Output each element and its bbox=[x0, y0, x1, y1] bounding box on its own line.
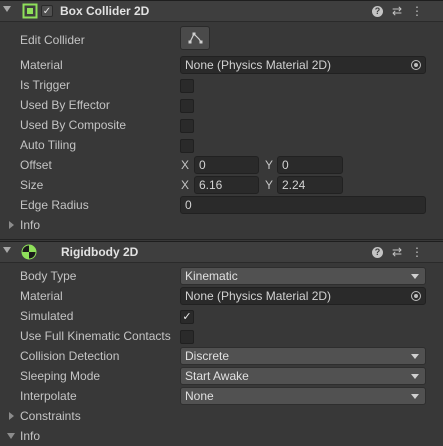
constraints-foldout[interactable]: Constraints bbox=[0, 406, 443, 426]
help-icon[interactable]: ? bbox=[372, 247, 383, 258]
foldout-collapsed-icon[interactable] bbox=[9, 412, 14, 420]
constraints-label[interactable]: Constraints bbox=[20, 409, 81, 423]
offset-y-field[interactable]: 0 bbox=[277, 156, 343, 174]
simulated-label: Simulated bbox=[20, 309, 74, 323]
chevron-down-icon bbox=[411, 274, 419, 279]
offset-y-label: Y bbox=[265, 158, 274, 172]
material-row: Material None (Physics Material 2D) bbox=[0, 55, 443, 75]
interpolate-label: Interpolate bbox=[20, 389, 77, 403]
material-label: Material bbox=[20, 58, 63, 72]
foldout-expanded-icon[interactable] bbox=[3, 247, 11, 253]
auto-tiling-label: Auto Tiling bbox=[20, 138, 77, 152]
auto-tiling-checkbox[interactable] bbox=[180, 139, 194, 153]
collision-detection-label: Collision Detection bbox=[20, 349, 120, 363]
chevron-down-icon bbox=[411, 394, 419, 399]
is-trigger-label: Is Trigger bbox=[20, 78, 71, 92]
offset-x-label: X bbox=[181, 158, 190, 172]
simulated-row: Simulated ✓ bbox=[0, 306, 443, 326]
foldout-collapsed-icon[interactable] bbox=[9, 221, 14, 229]
component-title: Rigidbody 2D bbox=[61, 245, 139, 259]
context-menu-icon[interactable]: ⋮ bbox=[410, 4, 424, 18]
foldout-expanded-icon[interactable] bbox=[7, 433, 15, 439]
size-y-label: Y bbox=[265, 178, 274, 192]
interpolate-value: None bbox=[185, 389, 214, 403]
used-by-composite-row: Used By Composite bbox=[0, 115, 443, 135]
info-label[interactable]: Info bbox=[20, 429, 40, 443]
box-collider-header[interactable]: ✓ Box Collider 2D ? ⇄ ⋮ bbox=[0, 0, 443, 22]
material-field[interactable]: None (Physics Material 2D) bbox=[180, 287, 426, 305]
collision-detection-value: Discrete bbox=[185, 349, 230, 363]
used-by-effector-row: Used By Effector bbox=[0, 95, 443, 115]
interpolate-row: Interpolate None bbox=[0, 386, 443, 406]
sleeping-mode-row: Sleeping Mode Start Awake bbox=[0, 366, 443, 386]
auto-tiling-row: Auto Tiling bbox=[0, 135, 443, 155]
material-field[interactable]: None (Physics Material 2D) bbox=[180, 56, 426, 74]
offset-x-field[interactable]: 0 bbox=[194, 156, 259, 174]
rb-info-foldout[interactable]: Info bbox=[0, 426, 443, 446]
edge-radius-label: Edge Radius bbox=[20, 198, 89, 212]
offset-row: Offset X 0 Y 0 bbox=[0, 155, 443, 175]
size-y-field[interactable]: 2.24 bbox=[277, 176, 343, 194]
size-x-label: X bbox=[181, 178, 190, 192]
edit-collider-button[interactable] bbox=[180, 26, 210, 50]
offset-label: Offset bbox=[20, 158, 52, 172]
component-enabled-checkbox[interactable]: ✓ bbox=[41, 5, 53, 17]
size-row: Size X 6.16 Y 2.24 bbox=[0, 175, 443, 195]
presets-icon[interactable]: ⇄ bbox=[390, 245, 404, 259]
edit-collider-row: Edit Collider bbox=[0, 26, 443, 50]
sleeping-mode-value: Start Awake bbox=[185, 369, 249, 383]
simulated-checkbox[interactable]: ✓ bbox=[180, 310, 194, 324]
object-picker-icon[interactable] bbox=[411, 60, 421, 70]
sleeping-mode-dropdown[interactable]: Start Awake bbox=[180, 367, 426, 385]
use-full-kinematic-row: Use Full Kinematic Contacts bbox=[0, 326, 443, 346]
collision-detection-row: Collision Detection Discrete bbox=[0, 346, 443, 366]
edge-radius-field[interactable]: 0 bbox=[180, 196, 426, 214]
rigidbody-header[interactable]: Rigidbody 2D ? ⇄ ⋮ bbox=[0, 241, 443, 263]
used-by-composite-label: Used By Composite bbox=[20, 118, 127, 132]
is-trigger-row: Is Trigger bbox=[0, 75, 443, 95]
chevron-down-icon bbox=[411, 354, 419, 359]
help-icon[interactable]: ? bbox=[372, 6, 383, 17]
edit-collider-icon bbox=[188, 32, 203, 44]
use-full-kinematic-checkbox[interactable] bbox=[180, 330, 194, 344]
component-title: Box Collider 2D bbox=[60, 4, 150, 18]
context-menu-icon[interactable]: ⋮ bbox=[410, 245, 424, 259]
is-trigger-checkbox[interactable] bbox=[180, 79, 194, 93]
used-by-effector-label: Used By Effector bbox=[20, 98, 110, 112]
body-type-dropdown[interactable]: Kinematic bbox=[180, 267, 426, 285]
used-by-effector-checkbox[interactable] bbox=[180, 99, 194, 113]
edge-radius-row: Edge Radius 0 bbox=[0, 195, 443, 215]
material-value: None (Physics Material 2D) bbox=[185, 289, 332, 303]
material-value: None (Physics Material 2D) bbox=[185, 58, 332, 72]
used-by-composite-checkbox[interactable] bbox=[180, 119, 194, 133]
info-foldout[interactable]: Info bbox=[0, 215, 443, 235]
info-label[interactable]: Info bbox=[20, 218, 40, 232]
edit-collider-label: Edit Collider bbox=[20, 33, 85, 47]
box-collider-icon bbox=[22, 3, 38, 19]
size-x-field[interactable]: 6.16 bbox=[194, 176, 259, 194]
component-divider bbox=[0, 239, 443, 240]
use-full-kinematic-label: Use Full Kinematic Contacts bbox=[20, 329, 171, 343]
foldout-expanded-icon[interactable] bbox=[3, 6, 11, 12]
material-label: Material bbox=[20, 289, 63, 303]
size-label: Size bbox=[20, 178, 44, 192]
body-type-label: Body Type bbox=[20, 269, 77, 283]
sleeping-mode-label: Sleeping Mode bbox=[20, 369, 101, 383]
rb-material-row: Material None (Physics Material 2D) bbox=[0, 286, 443, 306]
body-type-value: Kinematic bbox=[185, 269, 238, 283]
collision-detection-dropdown[interactable]: Discrete bbox=[180, 347, 426, 365]
chevron-down-icon bbox=[411, 374, 419, 379]
interpolate-dropdown[interactable]: None bbox=[180, 387, 426, 405]
presets-icon[interactable]: ⇄ bbox=[390, 4, 404, 18]
body-type-row: Body Type Kinematic bbox=[0, 266, 443, 286]
object-picker-icon[interactable] bbox=[411, 291, 421, 301]
rigidbody-icon bbox=[21, 244, 37, 260]
